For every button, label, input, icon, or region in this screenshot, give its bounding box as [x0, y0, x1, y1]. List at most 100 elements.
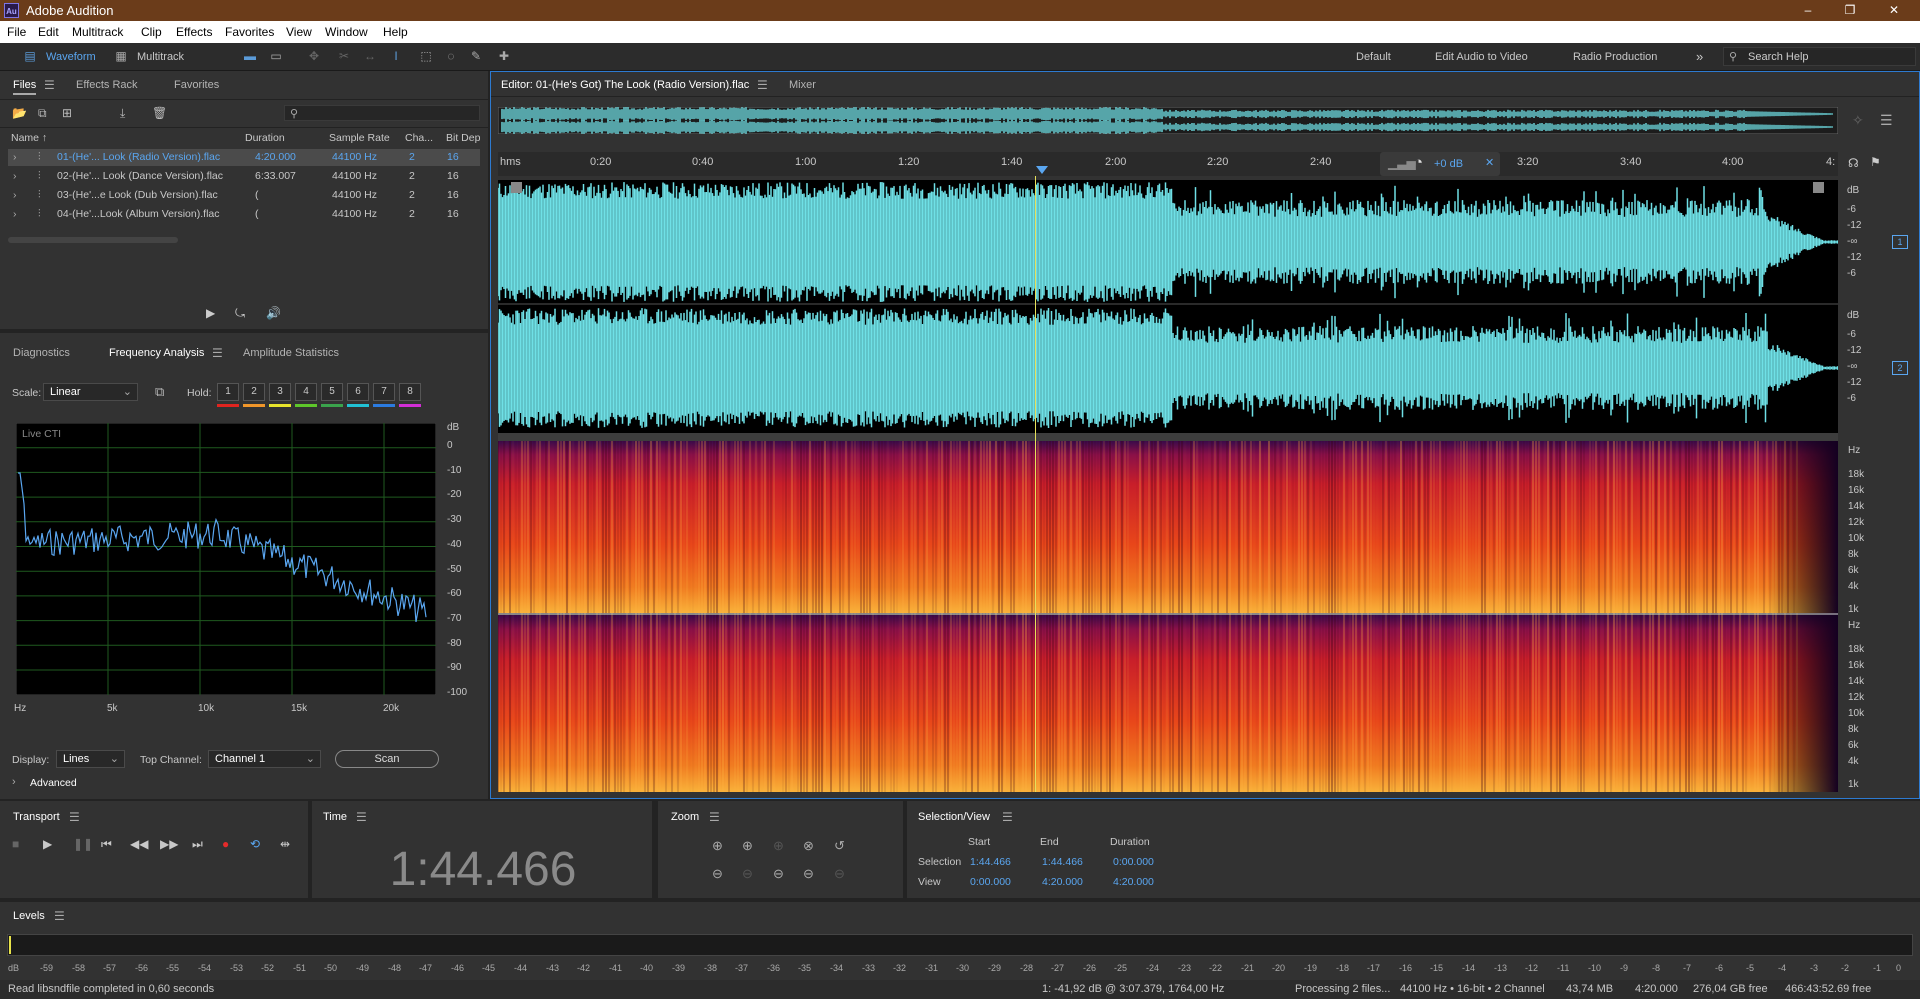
panel-menu-icon[interactable]: ☰ [69, 810, 80, 824]
panel-menu-icon[interactable]: ☰ [709, 810, 720, 824]
marker-icon[interactable]: ⚑ [1870, 155, 1881, 169]
panel-menu-icon[interactable]: ☰ [44, 78, 55, 92]
rewind-icon[interactable]: ◀◀ [130, 837, 148, 851]
menu-edit[interactable]: Edit [38, 25, 59, 39]
view-start[interactable]: 0:00.000 [970, 876, 1011, 888]
open-file-icon[interactable]: 📂 [12, 106, 27, 120]
panel-menu-icon[interactable]: ☰ [356, 810, 367, 824]
top-channel-dropdown[interactable]: Channel 1 ⌄ [208, 750, 321, 768]
menu-window[interactable]: Window [325, 25, 368, 39]
panel-menu-icon[interactable]: ☰ [212, 346, 223, 360]
menu-view[interactable]: View [286, 25, 312, 39]
playhead-marker[interactable] [1036, 166, 1048, 174]
tab-diagnostics[interactable]: Diagnostics [13, 347, 70, 359]
tab-editor[interactable]: Editor: 01-(He's Got) The Look (Radio Ve… [501, 79, 749, 91]
headphones-icon[interactable]: ☊ [1848, 156, 1859, 170]
move-tool-icon[interactable]: ✥ [306, 49, 322, 63]
marquee-tool-icon[interactable]: ⬚ [418, 49, 434, 63]
menu-multitrack[interactable]: Multitrack [72, 25, 123, 39]
maximize-button[interactable]: ❐ [1830, 2, 1870, 19]
playhead-line[interactable] [1035, 176, 1036, 792]
panel-menu-icon[interactable]: ☰ [757, 78, 768, 92]
col-name[interactable]: Name ↑ [11, 132, 47, 144]
chevron-right-icon[interactable]: › [13, 170, 17, 182]
slip-tool-icon[interactable]: ↔ [362, 49, 378, 63]
selection-duration[interactable]: 0:00.000 [1113, 856, 1154, 868]
snapshot-icon[interactable]: ⧉ [155, 384, 164, 400]
spectral-view-icon[interactable]: ▭ [268, 49, 284, 63]
menu-clip[interactable]: Clip [141, 25, 162, 39]
menu-favorites[interactable]: Favorites [225, 25, 274, 39]
tab-mixer[interactable]: Mixer [789, 79, 816, 91]
chevron-right-icon[interactable]: › [13, 189, 17, 201]
zoom-in-amplitude-icon[interactable]: ⊕ [712, 838, 723, 854]
files-search-input[interactable]: ⚲ [284, 105, 480, 121]
view-duration[interactable]: 4:20.000 [1113, 876, 1154, 888]
record-icon[interactable]: ● [222, 837, 229, 851]
volume-knob-icon[interactable]: ◔ [1414, 154, 1423, 171]
insert-into-multitrack-icon[interactable]: ⤓ [120, 106, 125, 121]
col-channels[interactable]: Cha... [405, 132, 433, 144]
channel-1-badge[interactable]: 1 [1892, 235, 1908, 249]
tab-favorites[interactable]: Favorites [174, 79, 219, 91]
zoom-to-selection-icon[interactable]: ✧ [1852, 112, 1864, 129]
more-workspaces-button[interactable]: » [1696, 48, 1703, 66]
hold-button-2[interactable]: 2 [243, 383, 265, 401]
advanced-toggle[interactable]: Advanced [30, 777, 77, 789]
waveform-button[interactable]: Waveform [46, 48, 96, 66]
col-sample-rate[interactable]: Sample Rate [329, 132, 390, 144]
zoom-out-point-icon[interactable]: ⊖ [834, 866, 845, 882]
fade-in-handle[interactable] [511, 182, 522, 193]
col-bit-depth[interactable]: Bit Dep [446, 132, 480, 144]
menu-file[interactable]: File [7, 25, 26, 39]
hold-button-6[interactable]: 6 [347, 383, 369, 401]
brush-tool-icon[interactable]: ✎ [468, 49, 484, 63]
zoom-out-full-icon[interactable]: ⊖ [773, 866, 784, 882]
col-duration[interactable]: Duration [245, 132, 285, 144]
pin-icon[interactable]: ✕ [1485, 156, 1494, 169]
fast-forward-icon[interactable]: ▶▶ [160, 837, 178, 851]
hold-button-4[interactable]: 4 [295, 383, 317, 401]
hold-button-7[interactable]: 7 [373, 383, 395, 401]
menu-help[interactable]: Help [383, 25, 408, 39]
chevron-right-icon[interactable]: › [13, 208, 17, 220]
stop-icon[interactable]: ■ [12, 837, 19, 851]
close-button[interactable]: ✕ [1874, 2, 1914, 19]
selection-start[interactable]: 1:44.466 [970, 856, 1011, 868]
view-end[interactable]: 4:20.000 [1042, 876, 1083, 888]
panel-menu-icon[interactable]: ☰ [54, 909, 65, 923]
workspace-radio-production[interactable]: Radio Production [1573, 48, 1657, 66]
search-help-field[interactable]: ⚲ Search Help [1723, 47, 1916, 66]
minimize-button[interactable]: – [1788, 2, 1828, 19]
autoplay-icon[interactable]: 🔊 [266, 306, 281, 320]
horizontal-scrollbar[interactable] [8, 237, 178, 243]
overview-navigator[interactable] [498, 107, 1838, 134]
workspace-edit-audio-to-video[interactable]: Edit Audio to Video [1435, 48, 1528, 66]
hold-button-3[interactable]: 3 [269, 383, 291, 401]
file-row[interactable]: › ⫶ 03-(He'...e Look (Dub Version).flac (44… [8, 187, 480, 204]
spectral-frequency-display[interactable] [498, 441, 1838, 792]
tab-files[interactable]: Files [13, 79, 37, 95]
chevron-right-icon[interactable]: › [13, 151, 17, 163]
fade-out-handle[interactable] [1813, 182, 1824, 193]
hud-gain-control[interactable]: ▁▃▅ ◔ +0 dB ✕ [1380, 152, 1500, 176]
scale-dropdown[interactable]: Linear ⌄ [43, 383, 138, 401]
loop-preview-icon[interactable]: ⤿ [235, 306, 245, 321]
new-file-icon[interactable]: ⊞ [62, 106, 72, 120]
menu-effects[interactable]: Effects [176, 25, 212, 39]
file-row[interactable]: › ⫶ 04-(He'...Look (Album Version).flac (44… [8, 206, 480, 223]
tab-amplitude-statistics[interactable]: Amplitude Statistics [243, 347, 339, 359]
zoom-reset-icon[interactable]: ↺ [834, 838, 845, 854]
spot-healing-tool-icon[interactable]: ✚ [496, 49, 512, 63]
razor-tool-icon[interactable]: ✂ [336, 49, 352, 63]
go-to-start-icon[interactable]: ⏮ [101, 837, 112, 852]
tab-frequency-analysis[interactable]: Frequency Analysis [109, 347, 204, 359]
time-selection-tool-icon[interactable]: I [388, 49, 404, 63]
spectral-divider[interactable] [498, 433, 1838, 441]
tab-effects-rack[interactable]: Effects Rack [76, 79, 138, 91]
loop-icon[interactable]: ⟲ [250, 837, 260, 851]
delete-icon[interactable]: 🗑 [152, 106, 167, 120]
zoom-out-full-time-icon[interactable]: ⊖ [803, 866, 814, 882]
hold-button-8[interactable]: 8 [399, 383, 421, 401]
lasso-tool-icon[interactable]: ◌ [443, 49, 459, 63]
